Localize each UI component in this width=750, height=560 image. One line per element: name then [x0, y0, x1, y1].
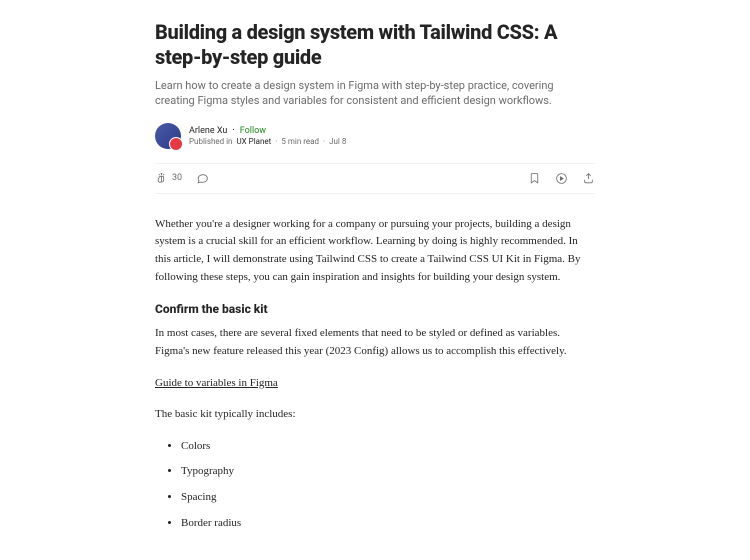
follow-link[interactable]: Follow — [240, 126, 266, 136]
section-paragraph: In most cases, there are several fixed e… — [155, 325, 595, 360]
byline: Arlene Xu · Follow Published in UX Plane… — [155, 123, 595, 149]
guide-link[interactable]: Guide to variables in Figma — [155, 377, 278, 389]
play-icon[interactable] — [555, 172, 568, 185]
intro-paragraph: Whether you're a designer working for a … — [155, 216, 595, 286]
read-time: 5 min read — [281, 137, 319, 146]
section-heading: Confirm the basic kit — [155, 300, 595, 319]
list-item: Border radius — [181, 515, 595, 533]
list-item: Typography — [181, 463, 595, 481]
article-body: Whether you're a designer working for a … — [155, 216, 595, 532]
article-subtitle: Learn how to create a design system in F… — [155, 78, 595, 109]
dot-separator: · — [232, 126, 234, 136]
clap-button[interactable]: 30 — [155, 172, 182, 185]
list-item: Colors — [181, 438, 595, 456]
list-intro: The basic kit typically includes: — [155, 406, 595, 424]
bookmark-icon[interactable] — [528, 172, 541, 185]
author-name[interactable]: Arlene Xu — [189, 126, 227, 136]
dot-separator: · — [323, 137, 325, 146]
article-title: Building a design system with Tailwind C… — [155, 20, 595, 70]
basic-kit-list: Colors Typography Spacing Border radius — [155, 438, 595, 532]
dot-separator: · — [275, 137, 277, 146]
list-item: Spacing — [181, 489, 595, 507]
author-avatar[interactable] — [155, 123, 181, 149]
clap-icon — [155, 172, 168, 185]
published-prefix: Published in — [189, 137, 232, 146]
comment-button[interactable] — [196, 172, 209, 185]
article-toolbar: 30 — [155, 163, 595, 194]
publication-link[interactable]: UX Planet — [236, 137, 271, 146]
share-icon[interactable] — [582, 172, 595, 185]
publish-date: Jul 8 — [329, 137, 346, 146]
clap-count: 30 — [172, 173, 182, 183]
comment-icon — [196, 172, 209, 185]
